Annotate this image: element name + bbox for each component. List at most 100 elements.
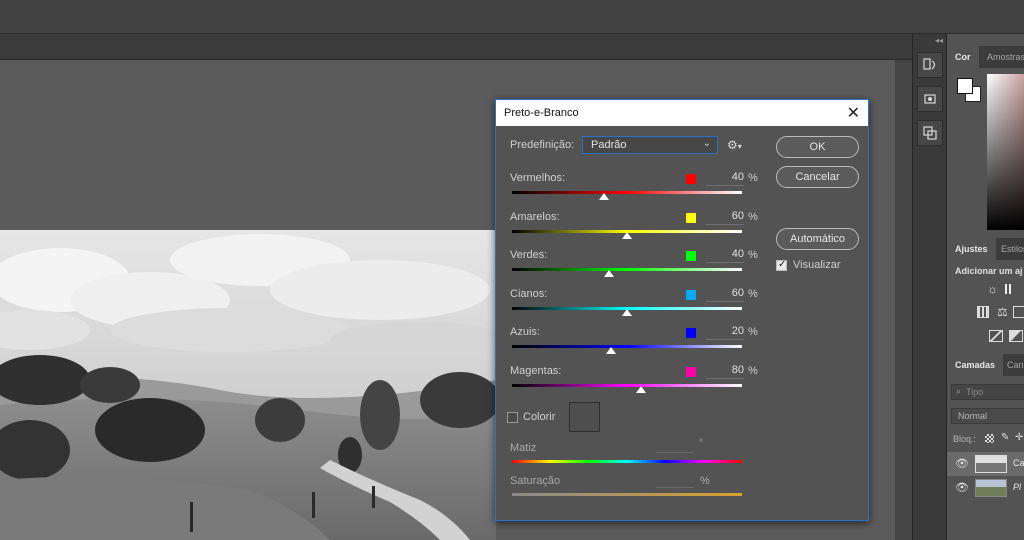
slider-thumb[interactable] (622, 231, 632, 239)
collapse-icon[interactable]: ◂◂ (935, 36, 943, 45)
saturation-value-field[interactable] (656, 487, 694, 488)
slider-label: Cianos: (510, 287, 548, 300)
slider-value-field[interactable]: 40 (706, 171, 744, 186)
black-white-icon[interactable] (1013, 306, 1024, 318)
preset-value: Padrão (591, 139, 627, 151)
layer-name[interactable]: Pl (1013, 482, 1021, 492)
dialog-title: Preto-e-Branco (504, 107, 579, 119)
blend-mode-select[interactable]: Normal (951, 408, 1024, 424)
eye-icon[interactable]: 👁 (955, 481, 969, 494)
slider-color-swatch (686, 366, 696, 377)
invert-icon[interactable] (989, 330, 1003, 342)
slider-track[interactable] (512, 191, 742, 194)
slider-value-field[interactable]: 40 (706, 248, 744, 263)
slider-color-swatch (686, 289, 696, 300)
tab-channels[interactable]: Cana (999, 354, 1024, 376)
color-slider-row: Vermelhos: 40% (496, 170, 766, 204)
layers-panel-tabs: Camadas Cana (947, 354, 1024, 376)
brightness-icon[interactable]: ☼ (987, 282, 998, 296)
slider-track[interactable] (512, 383, 742, 387)
slider-unit: % (748, 326, 758, 338)
tab-color[interactable]: Cor (947, 46, 979, 68)
slider-color-swatch (686, 174, 696, 184)
tab-adjustments[interactable]: Ajustes (947, 238, 996, 260)
slider-thumb[interactable] (605, 347, 616, 354)
color-slider-row: Azuis: 20% (496, 324, 766, 358)
lock-position-icon[interactable]: ✛ (1015, 432, 1023, 443)
layers-search-placeholder: Tipo (966, 387, 984, 397)
close-icon[interactable]: ✕ (847, 103, 860, 123)
adjustments-hint: Adicionar um aj (955, 266, 1023, 276)
slider-value-field[interactable]: 60 (706, 287, 744, 302)
tab-swatches[interactable]: Amostras (979, 46, 1024, 68)
lock-transparency-icon[interactable] (985, 434, 994, 443)
levels-icon[interactable] (1005, 284, 1021, 294)
slider-value-field[interactable]: 60 (706, 210, 744, 225)
layer-thumbnail (975, 479, 1007, 497)
properties-panel-icon[interactable] (917, 86, 943, 112)
slider-label: Magentas: (510, 364, 562, 377)
canvas-scroll-edge[interactable] (895, 60, 912, 540)
slider-label: Vermelhos: (510, 172, 566, 184)
hue-label: Matiz (510, 442, 537, 454)
hue-value-field[interactable] (656, 452, 694, 453)
vibrance-icon[interactable] (977, 306, 989, 318)
search-icon: ⌕ (956, 386, 962, 396)
tint-checkbox[interactable] (507, 412, 518, 423)
layer-name[interactable]: Ca (1013, 458, 1024, 468)
eye-icon[interactable]: 👁 (955, 457, 969, 470)
auto-button[interactable]: Automático (776, 228, 859, 250)
options-bar (0, 0, 1024, 34)
slider-unit: % (748, 287, 758, 300)
color-panel-tabs: Cor Amostras (947, 46, 1024, 68)
slider-thumb[interactable] (622, 308, 632, 316)
layer-row[interactable]: 👁 Ca (947, 452, 1024, 476)
slider-color-swatch (686, 251, 696, 261)
saturation-unit: % (700, 475, 710, 487)
panel-icon-strip: ◂◂ (912, 34, 946, 540)
layer-row[interactable]: 👁 Pl (947, 476, 1024, 500)
dialog-title-bar[interactable]: Preto-e-Branco ✕ (496, 100, 868, 126)
adjustments-panel-tabs: Ajustes Estilos (947, 238, 1024, 260)
tab-styles[interactable]: Estilos (993, 238, 1024, 260)
preview-label: Visualizar (793, 259, 841, 271)
preview-checkbox[interactable]: ✓ (776, 259, 787, 271)
ok-button[interactable]: OK (776, 136, 859, 158)
paths-panel-icon[interactable] (917, 120, 943, 146)
preset-options-gear-icon[interactable]: ⚙▾ (727, 138, 742, 152)
hue-unit: ° (699, 438, 703, 449)
foreground-color-chip[interactable] (957, 78, 973, 94)
tint-label: Colorir (523, 411, 556, 423)
color-slider-row: Magentas: 80% (496, 363, 766, 397)
slider-value-field[interactable]: 20 (706, 325, 744, 340)
preset-label: Predefinição: (510, 139, 575, 151)
right-panel-dock: Cor Amostras Ajustes Estilos Adicionar u… (946, 34, 1024, 540)
slider-track[interactable] (512, 268, 742, 271)
hue-slider-track[interactable] (512, 460, 742, 463)
slider-thumb[interactable] (603, 270, 614, 277)
layers-search-input[interactable]: ⌕ Tipo (951, 384, 1024, 400)
saturation-slider-track[interactable] (512, 493, 742, 496)
preset-select[interactable]: Padrão ⌄ (582, 136, 718, 154)
document-image[interactable] (0, 230, 496, 540)
slider-unit: % (748, 172, 758, 184)
slider-unit: % (748, 249, 758, 261)
slider-thumb[interactable] (599, 193, 609, 200)
color-picker-field[interactable] (987, 74, 1024, 230)
color-slider-row: Cianos: 60% (496, 286, 766, 320)
slider-track[interactable] (512, 345, 742, 348)
layer-thumbnail (975, 455, 1007, 473)
tab-layers[interactable]: Camadas (947, 354, 1004, 376)
history-panel-icon[interactable] (917, 52, 943, 78)
color-balance-icon[interactable]: ⚖ (997, 305, 1008, 319)
slider-label: Verdes: (510, 249, 548, 261)
blend-mode-value: Normal (958, 411, 988, 421)
slider-value-field[interactable]: 80 (706, 364, 744, 379)
cancel-button[interactable]: Cancelar (776, 166, 859, 188)
gradient-map-icon[interactable] (1009, 330, 1023, 342)
tint-color-swatch[interactable] (569, 402, 600, 432)
lock-pixels-icon[interactable]: ✎ (1001, 432, 1009, 443)
color-slider-row: Amarelos: 60% (496, 209, 766, 243)
slider-thumb[interactable] (635, 385, 646, 393)
landscape-photo (0, 230, 496, 540)
